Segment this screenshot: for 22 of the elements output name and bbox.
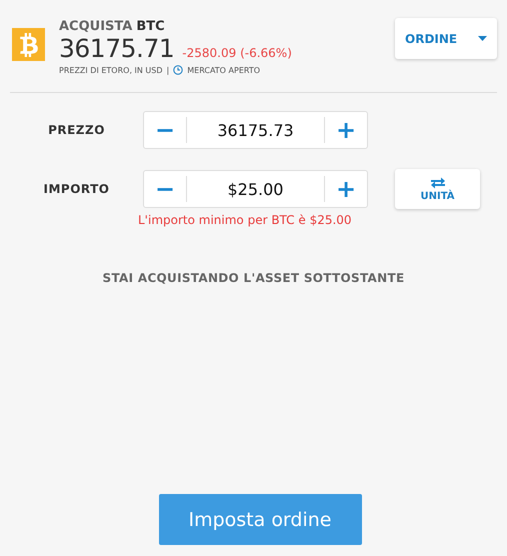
value-input[interactable]: $25.00 xyxy=(187,178,324,200)
field-label: IMPORTO xyxy=(42,182,110,196)
error-message: L'importo minimo per BTC è $25.00 xyxy=(138,213,352,227)
increase-button[interactable]: + xyxy=(324,117,367,143)
price-change: -2580.09 (-6.66%) xyxy=(182,46,292,60)
field-label: PREZZO xyxy=(47,123,106,137)
submit-button[interactable]: Imposta ordine xyxy=(158,494,362,545)
value-input[interactable]: 36175.73 xyxy=(187,120,324,140)
price-value: 36175.71 xyxy=(59,34,174,63)
increase-button[interactable]: + xyxy=(324,176,367,202)
stepper-field[interactable]: − $25.00 + xyxy=(143,170,368,208)
decrease-button[interactable]: − xyxy=(144,176,187,202)
order-type-dropdown[interactable]: ORDINE xyxy=(395,18,497,59)
notice-text: STAI ACQUISTANDO L'ASSET SOTTOSTANTE xyxy=(102,271,406,285)
decrease-button[interactable]: − xyxy=(144,117,187,143)
separator: | xyxy=(166,66,170,74)
units-button[interactable]: UNITÀ xyxy=(395,169,480,209)
market-status: MERCATO APERTO xyxy=(187,66,260,74)
price-source: PREZZI DI ETORO, IN USD xyxy=(59,66,163,74)
symbol-label: BTC xyxy=(136,19,165,34)
stepper-field[interactable]: − 36175.73 + xyxy=(143,111,368,149)
action-label: ACQUISTA xyxy=(59,19,132,34)
